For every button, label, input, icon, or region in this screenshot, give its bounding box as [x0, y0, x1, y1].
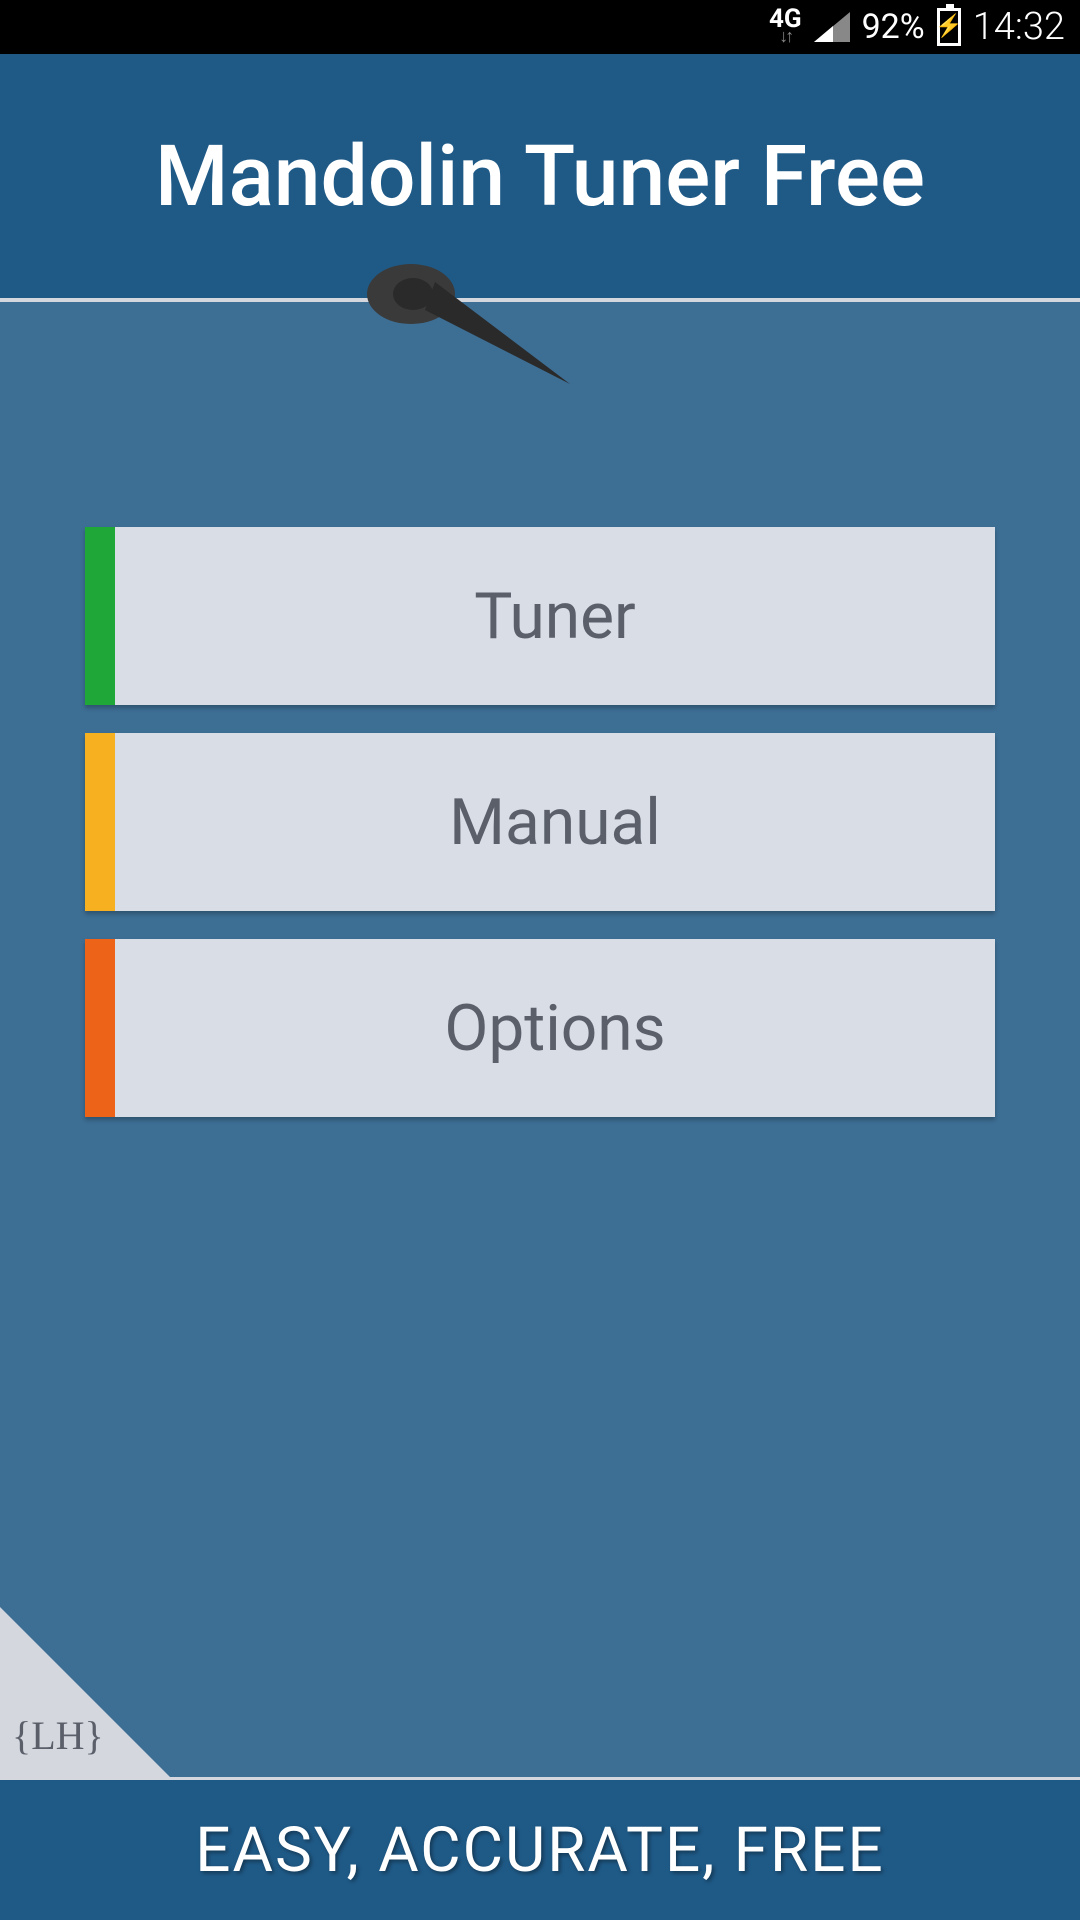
- battery-percent: 92%: [862, 7, 925, 47]
- accent-bar: [85, 527, 115, 705]
- network-indicator: 4G ↓↑: [769, 9, 802, 44]
- options-button[interactable]: Options: [85, 939, 995, 1117]
- main-menu: Tuner Manual Options {LH}: [0, 302, 1080, 1780]
- signal-icon: [814, 12, 850, 42]
- footer-tagline: EASY, ACCURATE, FREE: [195, 1814, 884, 1887]
- developer-logo[interactable]: {LH}: [12, 1712, 104, 1759]
- app-title: Mandolin Tuner Free: [155, 127, 925, 226]
- footer-banner: EASY, ACCURATE, FREE: [0, 1780, 1080, 1920]
- accent-bar: [85, 733, 115, 911]
- status-bar: 4G ↓↑ 92% ⚡ 14:32: [0, 0, 1080, 54]
- button-label: Tuner: [115, 579, 995, 654]
- bolt-icon: ⚡: [935, 16, 962, 38]
- clock: 14:32: [973, 5, 1065, 49]
- tuner-button[interactable]: Tuner: [85, 527, 995, 705]
- data-arrows-icon: ↓↑: [779, 30, 791, 44]
- button-label: Options: [115, 991, 995, 1066]
- accent-bar: [85, 939, 115, 1117]
- battery-charging-icon: ⚡: [937, 8, 961, 46]
- tuner-needle-icon: [365, 264, 575, 408]
- button-label: Manual: [115, 785, 995, 860]
- manual-button[interactable]: Manual: [85, 733, 995, 911]
